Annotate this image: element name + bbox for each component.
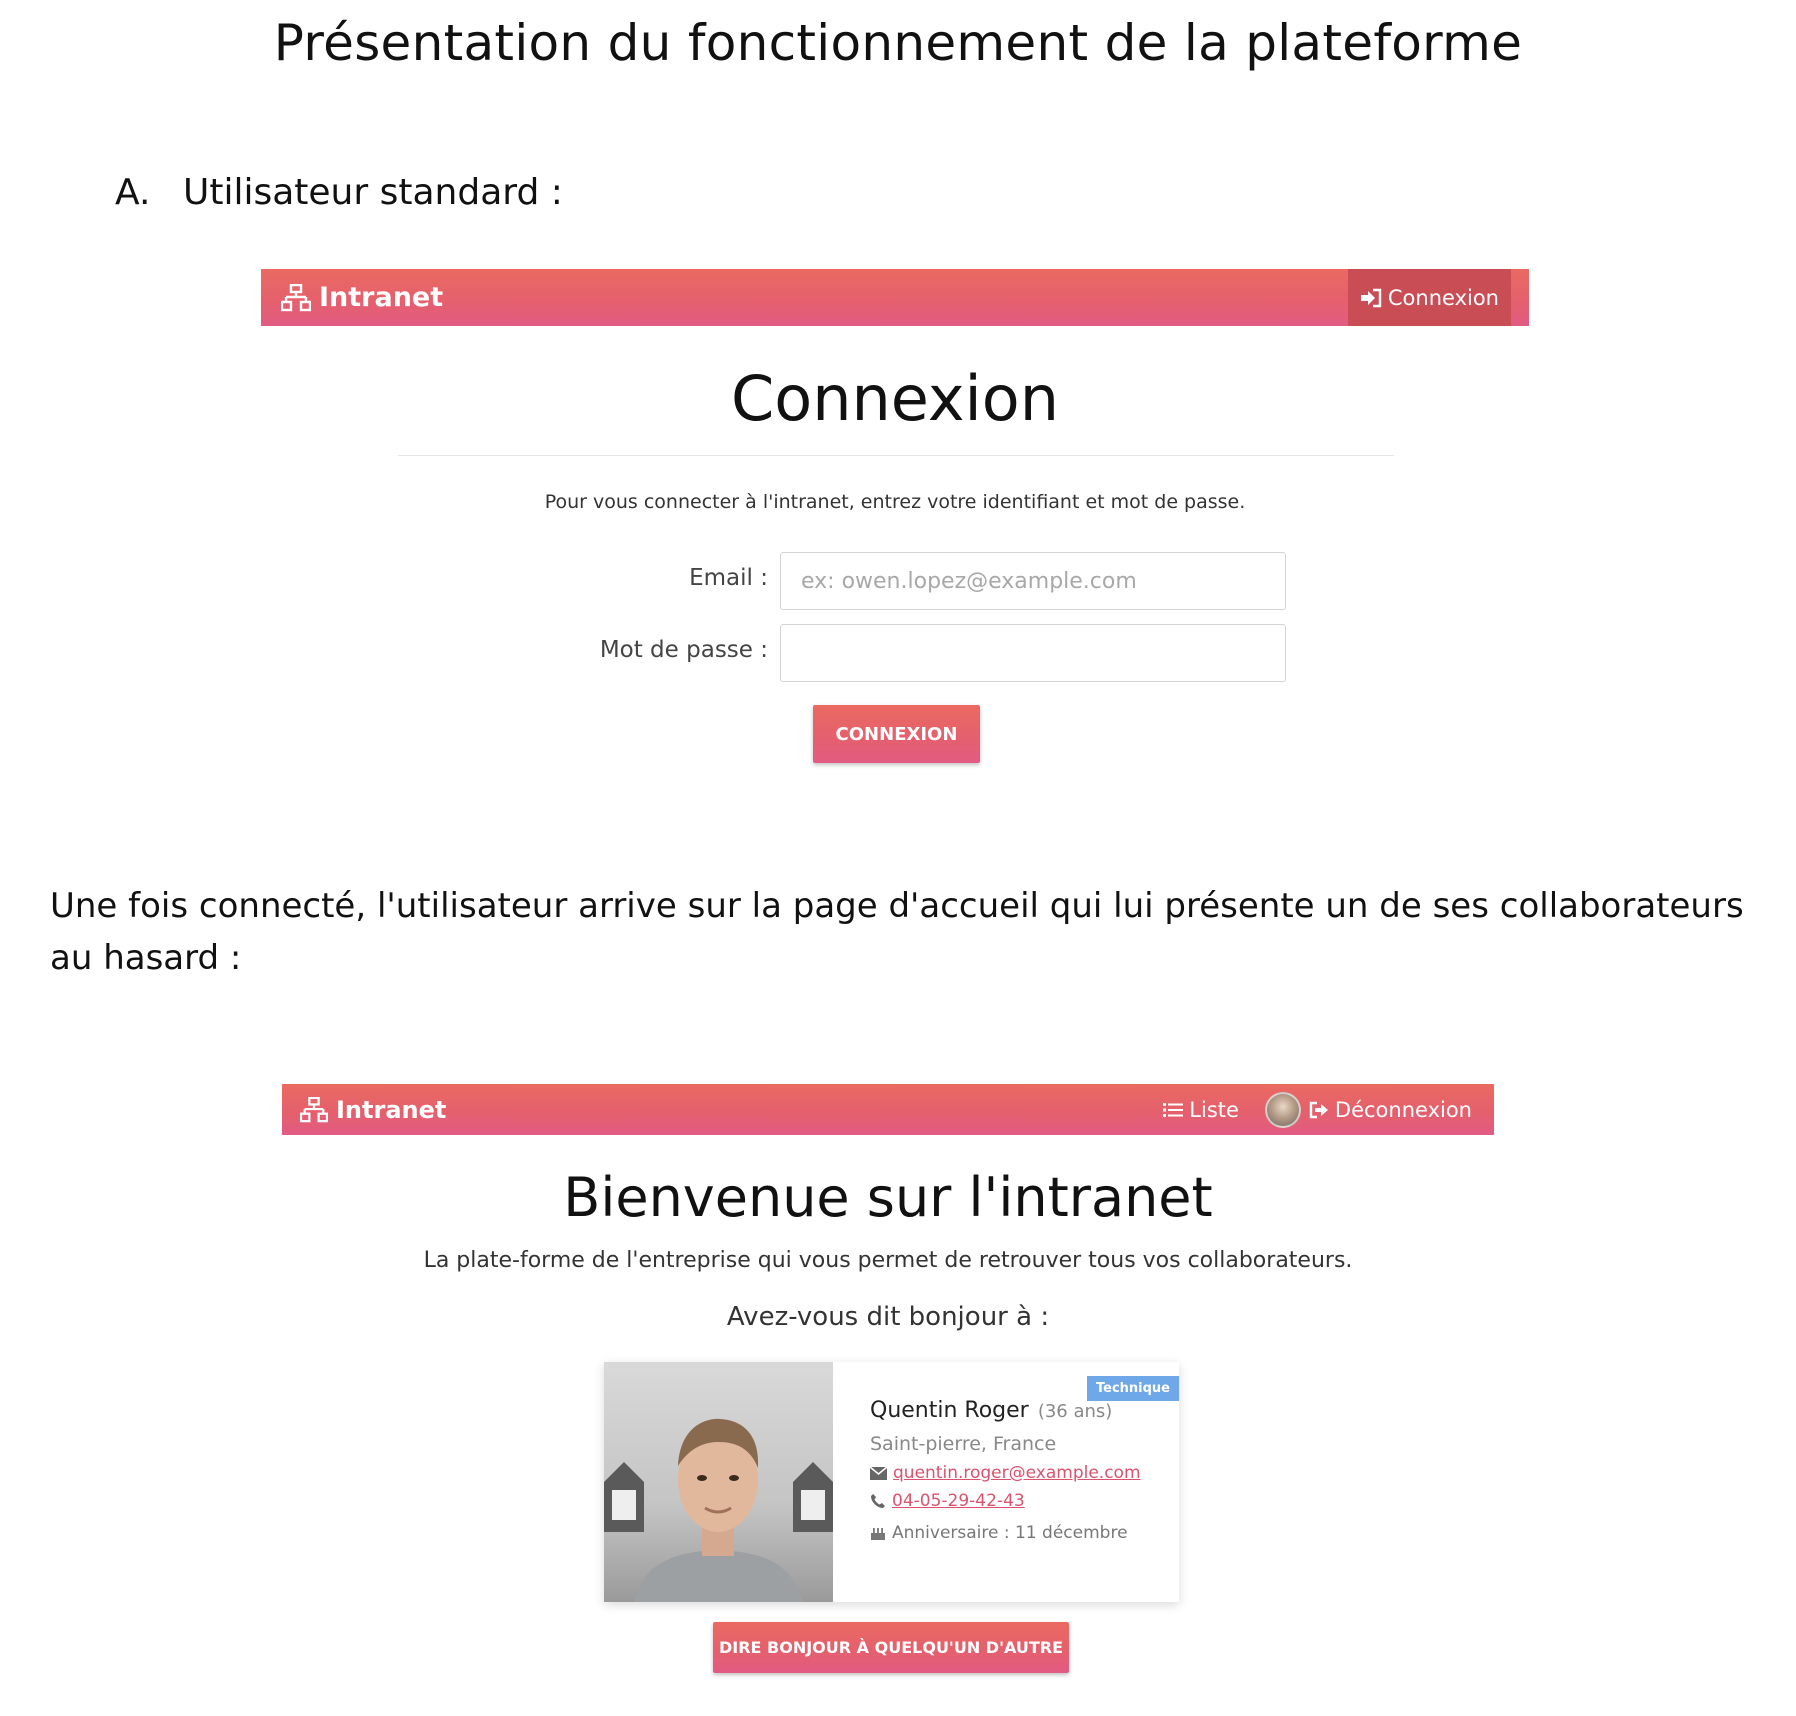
email-row: quentin.roger@example.com (870, 1463, 1141, 1483)
home-subtitle: La plate-forme de l'entreprise qui vous … (423, 1248, 1353, 1273)
collaborator-email-link[interactable]: quentin.roger@example.com (893, 1463, 1141, 1483)
say-hello-other-button[interactable]: DIRE BONJOUR À QUELQU'UN D'AUTRE (713, 1622, 1069, 1673)
home-question: Avez-vous dit bonjour à : (726, 1302, 1050, 1332)
collaborator-location: Saint-pierre, France (870, 1433, 1057, 1455)
collaborator-birthday: Anniversaire : 11 décembre (892, 1523, 1128, 1543)
description-paragraph: Une fois connecté, l'utilisateur arrive … (50, 886, 1744, 978)
navbar-right: Liste Déconnexion (1163, 1084, 1472, 1135)
collaborator-photo (604, 1362, 833, 1602)
section-label: Utilisateur standard : (183, 172, 563, 213)
password-input[interactable] (780, 624, 1286, 682)
envelope-icon (870, 1466, 887, 1480)
sign-out-icon (1309, 1101, 1328, 1118)
connexion-button[interactable]: CONNEXION (813, 705, 980, 763)
section-heading: A. Utilisateur standard : (115, 172, 563, 213)
card-body: Quentin Roger (36 ans) Saint-pierre, Fra… (870, 1398, 1141, 1543)
sign-in-icon (1360, 288, 1382, 307)
sitemap-icon (281, 283, 311, 311)
nav-logout-label: Déconnexion (1334, 1097, 1472, 1122)
document-title: Présentation du fonctionnement de la pla… (273, 14, 1523, 72)
birthday-cake-icon (871, 1528, 885, 1540)
section-number: A. (115, 172, 151, 213)
nav-list-label: Liste (1189, 1097, 1239, 1122)
nav-logout-link[interactable]: Déconnexion (1309, 1098, 1472, 1122)
email-label: Email : (689, 565, 768, 591)
nav-connexion-label: Connexion (1387, 285, 1499, 310)
collaborator-age: (36 ans) (1037, 1401, 1113, 1422)
email-input[interactable] (780, 552, 1286, 610)
navbar-brand-label: Intranet (319, 282, 444, 313)
phone-row: 04-05-29-42-43 (870, 1491, 1141, 1511)
nav-list-link[interactable]: Liste (1163, 1098, 1239, 1122)
login-description: Pour vous connecter à l'intranet, entrez… (544, 491, 1246, 513)
birthday-row: Anniversaire : 11 décembre (870, 1523, 1141, 1543)
list-icon (1163, 1102, 1184, 1117)
collaborator-name: Quentin Roger (870, 1398, 1029, 1423)
nav-connexion-link[interactable]: Connexion (1360, 286, 1499, 310)
collaborator-phone-link[interactable]: 04-05-29-42-43 (892, 1491, 1025, 1511)
collaborator-card: Technique Quentin Roger (36 ans) Saint-p… (604, 1362, 1179, 1602)
navbar-brand-label: Intranet (336, 1095, 447, 1124)
navbar-right: Connexion (1347, 269, 1511, 326)
divider (398, 455, 1394, 456)
home-navbar: Intranet Liste Déconnexion (282, 1084, 1494, 1135)
login-navbar: Intranet Connexion (261, 269, 1529, 326)
phone-icon (871, 1494, 885, 1508)
sitemap-icon (300, 1096, 328, 1122)
home-title: Bienvenue sur l'intranet (563, 1166, 1213, 1229)
navbar-brand[interactable]: Intranet (281, 269, 443, 326)
login-title: Connexion (730, 362, 1059, 435)
navbar-brand[interactable]: Intranet (300, 1084, 446, 1135)
user-avatar[interactable] (1264, 1091, 1301, 1128)
password-label: Mot de passe : (599, 637, 768, 663)
